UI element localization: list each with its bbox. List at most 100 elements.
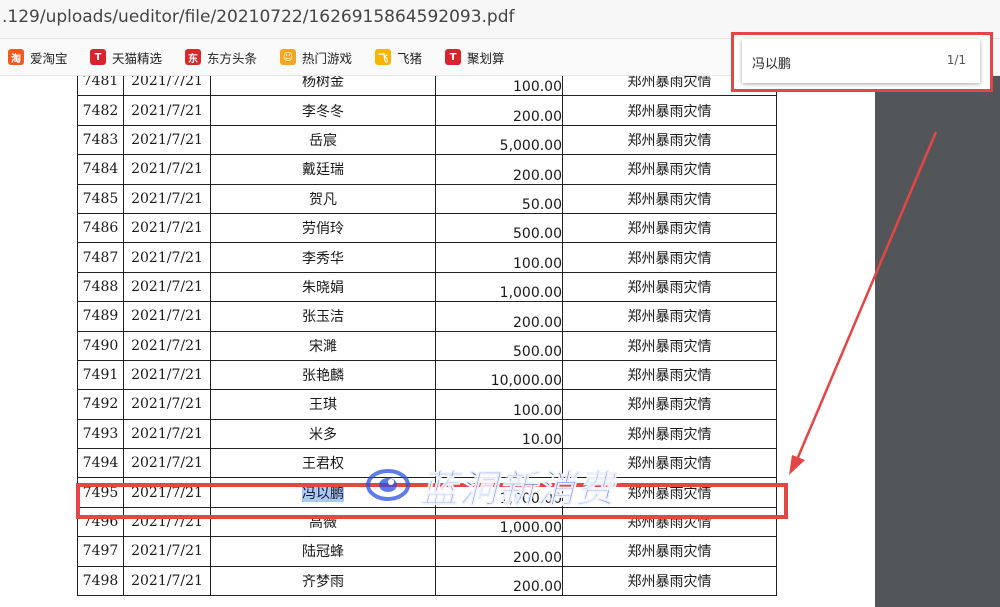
cell-text: 朱晓娟: [302, 279, 344, 296]
cell-date: 2021/7/21: [123, 124, 211, 156]
cell-no: 7487: [77, 242, 124, 273]
table-row: 7484 2021/7/21 戴廷瑞 200.00 郑州暴雨灾情: [77, 154, 777, 185]
cell-amount: 500.00: [435, 212, 563, 244]
table-row: 7490 2021/7/21 宋濉 500.00 郑州暴雨灾情: [77, 330, 777, 361]
cell-note: 郑州暴雨灾情: [562, 95, 777, 126]
cell-name: 劳俏玲: [210, 212, 436, 244]
cell-text: 7488: [82, 278, 119, 295]
cell-name: 贺凡: [210, 183, 436, 214]
cell-amount: 50.00: [435, 183, 563, 214]
cell-amount: 200.00: [435, 154, 563, 185]
cell-name: 李冬冬: [210, 95, 436, 126]
watermark: 蓝洞新消费: [366, 455, 656, 515]
find-in-page-bar[interactable]: 冯以鹏 1/1: [742, 39, 980, 83]
cell-name: 朱晓娟: [210, 271, 436, 303]
bookmark-label: 天猫精选: [112, 50, 163, 66]
cell-name: 张玉洁: [210, 301, 436, 332]
cell-note: 郑州暴雨灾情: [562, 271, 777, 303]
bookmark-item[interactable]: 东东方头条: [185, 48, 257, 66]
cell-text: 200.00: [513, 108, 562, 125]
cell-date: 2021/7/21: [123, 448, 211, 479]
cell-text: 张玉洁: [302, 309, 344, 326]
cell-note: 郑州暴雨灾情: [562, 330, 777, 361]
find-input[interactable]: 冯以鹏: [752, 53, 791, 72]
cell-amount: 100.00: [435, 242, 563, 273]
cell-date: 2021/7/21: [123, 212, 211, 244]
cell-text: 2021/7/21: [131, 161, 203, 178]
cell-amount: 10,000.00: [435, 359, 563, 391]
cell-text: 2021/7/21: [131, 455, 203, 472]
dftt-icon: 东: [185, 49, 201, 65]
cell-text: 2021/7/21: [131, 220, 203, 237]
cell-name: 王琪: [210, 389, 436, 420]
cell-note: 郑州暴雨灾情: [562, 183, 777, 214]
cell-amount: 100.00: [435, 76, 563, 97]
cell-text: 7481: [82, 76, 119, 90]
cell-text: 郑州暴雨灾情: [627, 103, 712, 120]
table-row: 7497 2021/7/21 陆冠蜂 200.00 郑州暴雨灾情: [77, 536, 777, 567]
taobao-icon: 淘: [8, 49, 24, 65]
bookmark-item[interactable]: T 天猫精选: [90, 48, 162, 66]
cell-text: 戴廷瑞: [302, 162, 344, 179]
cell-name: 李秀华: [210, 242, 436, 273]
cell-text: 500.00: [513, 226, 562, 243]
find-annotation-box: 冯以鹏 1/1: [731, 32, 993, 92]
bookmark-item[interactable]: ☺ 热门游戏: [280, 48, 352, 66]
table-row: 7491 2021/7/21 张艳麟 10,000.00 郑州暴雨灾情: [77, 359, 777, 391]
cell-no: 7488: [77, 271, 124, 303]
cell-text: 2021/7/21: [131, 572, 203, 589]
cell-date: 2021/7/21: [123, 536, 211, 567]
pdf-viewer[interactable]: 7481 2021/7/21 杨树金 100.00 郑州暴雨灾情 7482 2021/7/2…: [0, 76, 1000, 607]
bookmark-item[interactable]: T 聚划算: [445, 48, 505, 66]
cell-note: 郑州暴雨灾情: [562, 242, 777, 273]
cell-text: 郑州暴雨灾情: [627, 309, 712, 326]
cell-text: 王君权: [302, 456, 344, 473]
cell-text: 2021/7/21: [131, 308, 203, 325]
cell-amount: 200.00: [435, 95, 563, 126]
cell-text: 7487: [82, 249, 119, 266]
cell-text: 贺凡: [309, 191, 337, 208]
bookmark-label: 热门游戏: [302, 50, 353, 66]
cell-text: 7498: [82, 572, 119, 589]
cell-no: 7497: [77, 536, 124, 567]
cell-text: 7493: [82, 425, 119, 442]
cell-text: 李冬冬: [302, 103, 344, 120]
cell-text: 7489: [82, 308, 119, 325]
table-row: 7486 2021/7/21 劳俏玲 500.00 郑州暴雨灾情: [77, 212, 777, 244]
find-match-count: 1/1: [946, 53, 966, 67]
cell-text: 郑州暴雨灾情: [627, 76, 712, 91]
cell-no: 7485: [77, 183, 124, 214]
cell-no: 7493: [77, 418, 124, 450]
cell-no: 7481: [77, 76, 124, 97]
cell-text: 2021/7/21: [131, 337, 203, 354]
bookmark-item[interactable]: 飞飞猪: [375, 48, 422, 66]
cell-name: 米多: [210, 418, 436, 450]
cell-note: 郑州暴雨灾情: [562, 389, 777, 420]
url-text[interactable]: .129/uploads/ueditor/file/20210722/16269…: [2, 7, 515, 27]
cell-text: 郑州暴雨灾情: [627, 573, 712, 590]
cell-text: 2021/7/21: [131, 190, 203, 207]
cell-text: 7494: [82, 455, 119, 472]
cell-no: 7490: [77, 330, 124, 361]
cell-name: 杨树金: [210, 76, 436, 97]
cell-text: 10.00: [521, 432, 562, 449]
table-row: 7492 2021/7/21 王琪 100.00 郑州暴雨灾情: [77, 389, 777, 420]
cell-text: 郑州暴雨灾情: [627, 162, 712, 179]
cell-text: 郑州暴雨灾情: [627, 221, 712, 238]
fliggy-icon: 飞: [375, 49, 391, 65]
viewer-sidebar-background: [875, 76, 1000, 607]
cell-text: 郑州暴雨灾情: [627, 191, 712, 208]
cell-text: 2021/7/21: [131, 396, 203, 413]
cell-text: 7497: [82, 543, 119, 560]
bookmark-item[interactable]: 淘爱淘宝: [8, 48, 68, 66]
cell-text: 200.00: [513, 579, 562, 596]
cell-text: 郑州暴雨灾情: [627, 338, 712, 355]
cell-text: 郑州暴雨灾情: [627, 250, 712, 267]
cell-text: 7484: [82, 161, 119, 178]
cell-date: 2021/7/21: [123, 565, 211, 597]
cell-text: 宋濉: [309, 338, 337, 355]
table-row: 7483 2021/7/21 岳宸 5,000.00 郑州暴雨灾情: [77, 124, 777, 156]
cell-amount: 100.00: [435, 389, 563, 420]
table-row: 7487 2021/7/21 李秀华 100.00 郑州暴雨灾情: [77, 242, 777, 273]
cell-text: 5,000.00: [499, 138, 562, 155]
